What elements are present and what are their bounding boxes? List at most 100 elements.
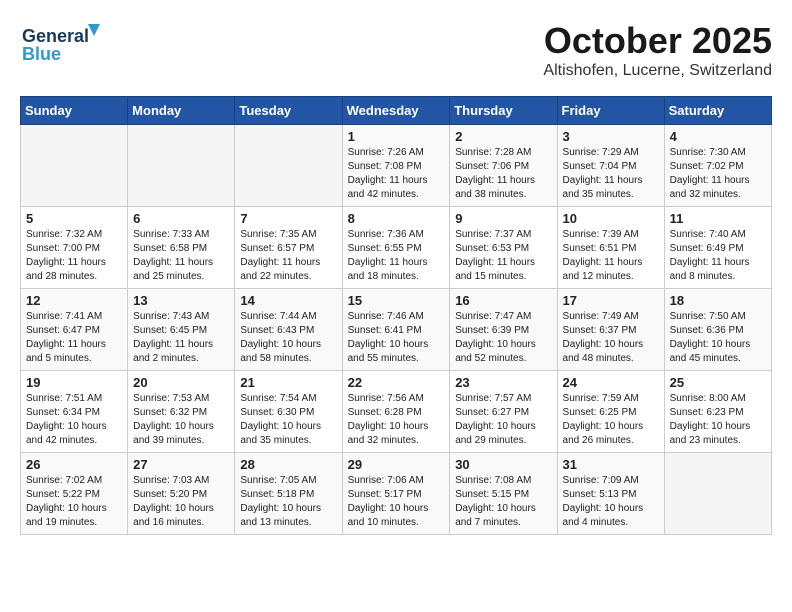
day-info: Sunrise: 7:59 AM Sunset: 6:25 PM Dayligh… bbox=[563, 392, 659, 448]
day-info: Sunrise: 7:03 AM Sunset: 5:20 PM Dayligh… bbox=[133, 474, 229, 530]
calendar-cell: 23Sunrise: 7:57 AM Sunset: 6:27 PM Dayli… bbox=[450, 371, 557, 453]
day-info: Sunrise: 7:47 AM Sunset: 6:39 PM Dayligh… bbox=[455, 310, 551, 366]
page-header: General Blue October 2025 Altishofen, Lu… bbox=[20, 20, 772, 80]
day-info: Sunrise: 7:43 AM Sunset: 6:45 PM Dayligh… bbox=[133, 310, 229, 366]
day-number: 13 bbox=[133, 293, 229, 308]
day-number: 28 bbox=[240, 457, 336, 472]
calendar-cell bbox=[664, 453, 771, 535]
calendar-cell: 12Sunrise: 7:41 AM Sunset: 6:47 PM Dayli… bbox=[21, 289, 128, 371]
calendar-cell: 8 Sunrise: 7:36 AM Sunset: 6:55 PM Daylig… bbox=[342, 207, 450, 289]
day-info: Sunrise: 7:06 AM Sunset: 5:17 PM Dayligh… bbox=[348, 474, 445, 530]
day-info: Sunrise: 7:08 AM Sunset: 5:15 PM Dayligh… bbox=[455, 474, 551, 530]
title-block: October 2025 Altishofen, Lucerne, Switze… bbox=[543, 20, 772, 80]
calendar-cell: 14Sunrise: 7:44 AM Sunset: 6:43 PM Dayli… bbox=[235, 289, 342, 371]
day-info: Sunrise: 8:00 AM Sunset: 6:23 PM Dayligh… bbox=[670, 392, 766, 448]
calendar-week-row: 19 Sunrise: 7:51 AM Sunset: 6:34 PM Dayli… bbox=[21, 371, 772, 453]
calendar-week-row: 5Sunrise: 7:32 AM Sunset: 7:00 PM Daylig… bbox=[21, 207, 772, 289]
day-info: Sunrise: 7:53 AM Sunset: 6:32 PM Dayligh… bbox=[133, 392, 229, 448]
calendar-cell: 11Sunrise: 7:40 AM Sunset: 6:49 PM Dayli… bbox=[664, 207, 771, 289]
day-info: Sunrise: 7:46 AM Sunset: 6:41 PM Dayligh… bbox=[348, 310, 445, 366]
day-number: 21 bbox=[240, 375, 336, 390]
calendar-cell: 29 Sunrise: 7:06 AM Sunset: 5:17 PM Dayli… bbox=[342, 453, 450, 535]
day-number: 26 bbox=[26, 457, 122, 472]
day-number: 29 bbox=[348, 457, 445, 472]
weekday-header: Saturday bbox=[664, 97, 771, 125]
day-info: Sunrise: 7:30 AM Sunset: 7:02 PM Dayligh… bbox=[670, 146, 766, 202]
day-number: 18 bbox=[670, 293, 766, 308]
day-number: 14 bbox=[240, 293, 336, 308]
day-number: 2 bbox=[455, 129, 551, 144]
calendar-week-row: 26Sunrise: 7:02 AM Sunset: 5:22 PM Dayli… bbox=[21, 453, 772, 535]
day-info: Sunrise: 7:28 AM Sunset: 7:06 PM Dayligh… bbox=[455, 146, 551, 202]
calendar-cell: 7 Sunrise: 7:35 AM Sunset: 6:57 PM Daylig… bbox=[235, 207, 342, 289]
calendar-cell: 6 Sunrise: 7:33 AM Sunset: 6:58 PM Daylig… bbox=[128, 207, 235, 289]
day-number: 16 bbox=[455, 293, 551, 308]
weekday-header: Monday bbox=[128, 97, 235, 125]
weekday-header: Tuesday bbox=[235, 97, 342, 125]
day-number: 8 bbox=[348, 211, 445, 226]
calendar-cell: 16 Sunrise: 7:47 AM Sunset: 6:39 PM Dayli… bbox=[450, 289, 557, 371]
calendar-cell bbox=[21, 125, 128, 207]
calendar-cell: 3 Sunrise: 7:29 AM Sunset: 7:04 PM Daylig… bbox=[557, 125, 664, 207]
day-info: Sunrise: 7:09 AM Sunset: 5:13 PM Dayligh… bbox=[563, 474, 659, 530]
day-number: 30 bbox=[455, 457, 551, 472]
day-number: 10 bbox=[563, 211, 659, 226]
day-info: Sunrise: 7:51 AM Sunset: 6:34 PM Dayligh… bbox=[26, 392, 122, 448]
calendar-cell: 19 Sunrise: 7:51 AM Sunset: 6:34 PM Dayli… bbox=[21, 371, 128, 453]
weekday-header: Sunday bbox=[21, 97, 128, 125]
day-number: 4 bbox=[670, 129, 766, 144]
logo-svg: General Blue bbox=[20, 20, 110, 65]
day-number: 25 bbox=[670, 375, 766, 390]
day-number: 23 bbox=[455, 375, 551, 390]
day-number: 12 bbox=[26, 293, 122, 308]
day-info: Sunrise: 7:39 AM Sunset: 6:51 PM Dayligh… bbox=[563, 228, 659, 284]
day-info: Sunrise: 7:35 AM Sunset: 6:57 PM Dayligh… bbox=[240, 228, 336, 284]
calendar-table: SundayMondayTuesdayWednesdayThursdayFrid… bbox=[20, 96, 772, 535]
calendar-cell: 20 Sunrise: 7:53 AM Sunset: 6:32 PM Dayli… bbox=[128, 371, 235, 453]
calendar-cell: 10 Sunrise: 7:39 AM Sunset: 6:51 PM Dayli… bbox=[557, 207, 664, 289]
day-number: 17 bbox=[563, 293, 659, 308]
day-info: Sunrise: 7:40 AM Sunset: 6:49 PM Dayligh… bbox=[670, 228, 766, 284]
day-number: 3 bbox=[563, 129, 659, 144]
calendar-cell: 22Sunrise: 7:56 AM Sunset: 6:28 PM Dayli… bbox=[342, 371, 450, 453]
calendar-cell: 1 Sunrise: 7:26 AM Sunset: 7:08 PM Daylig… bbox=[342, 125, 450, 207]
day-number: 1 bbox=[348, 129, 445, 144]
day-info: Sunrise: 7:26 AM Sunset: 7:08 PM Dayligh… bbox=[348, 146, 445, 202]
day-info: Sunrise: 7:05 AM Sunset: 5:18 PM Dayligh… bbox=[240, 474, 336, 530]
day-info: Sunrise: 7:36 AM Sunset: 6:55 PM Dayligh… bbox=[348, 228, 445, 284]
day-number: 31 bbox=[563, 457, 659, 472]
calendar-cell: 25 Sunrise: 8:00 AM Sunset: 6:23 PM Dayli… bbox=[664, 371, 771, 453]
day-info: Sunrise: 7:37 AM Sunset: 6:53 PM Dayligh… bbox=[455, 228, 551, 284]
calendar-cell: 24 Sunrise: 7:59 AM Sunset: 6:25 PM Dayli… bbox=[557, 371, 664, 453]
day-number: 24 bbox=[563, 375, 659, 390]
calendar-cell: 9 Sunrise: 7:37 AM Sunset: 6:53 PM Daylig… bbox=[450, 207, 557, 289]
calendar-week-row: 1 Sunrise: 7:26 AM Sunset: 7:08 PM Daylig… bbox=[21, 125, 772, 207]
svg-text:Blue: Blue bbox=[22, 44, 61, 64]
day-info: Sunrise: 7:54 AM Sunset: 6:30 PM Dayligh… bbox=[240, 392, 336, 448]
day-number: 6 bbox=[133, 211, 229, 226]
weekday-header: Wednesday bbox=[342, 97, 450, 125]
calendar-cell bbox=[235, 125, 342, 207]
day-number: 9 bbox=[455, 211, 551, 226]
svg-text:General: General bbox=[22, 26, 89, 46]
day-number: 22 bbox=[348, 375, 445, 390]
day-number: 5 bbox=[26, 211, 122, 226]
calendar-cell: 2 Sunrise: 7:28 AM Sunset: 7:06 PM Daylig… bbox=[450, 125, 557, 207]
calendar-cell: 21 Sunrise: 7:54 AM Sunset: 6:30 PM Dayli… bbox=[235, 371, 342, 453]
calendar-cell: 4 Sunrise: 7:30 AM Sunset: 7:02 PM Daylig… bbox=[664, 125, 771, 207]
calendar-cell: 27 Sunrise: 7:03 AM Sunset: 5:20 PM Dayli… bbox=[128, 453, 235, 535]
day-number: 19 bbox=[26, 375, 122, 390]
day-info: Sunrise: 7:50 AM Sunset: 6:36 PM Dayligh… bbox=[670, 310, 766, 366]
calendar-cell bbox=[128, 125, 235, 207]
day-number: 20 bbox=[133, 375, 229, 390]
calendar-cell: 18 Sunrise: 7:50 AM Sunset: 6:36 PM Dayli… bbox=[664, 289, 771, 371]
day-number: 27 bbox=[133, 457, 229, 472]
location-title: Altishofen, Lucerne, Switzerland bbox=[543, 62, 772, 80]
weekday-header-row: SundayMondayTuesdayWednesdayThursdayFrid… bbox=[21, 97, 772, 125]
day-info: Sunrise: 7:29 AM Sunset: 7:04 PM Dayligh… bbox=[563, 146, 659, 202]
day-number: 7 bbox=[240, 211, 336, 226]
day-info: Sunrise: 7:33 AM Sunset: 6:58 PM Dayligh… bbox=[133, 228, 229, 284]
calendar-cell: 28 Sunrise: 7:05 AM Sunset: 5:18 PM Dayli… bbox=[235, 453, 342, 535]
calendar-cell: 15Sunrise: 7:46 AM Sunset: 6:41 PM Dayli… bbox=[342, 289, 450, 371]
day-info: Sunrise: 7:49 AM Sunset: 6:37 PM Dayligh… bbox=[563, 310, 659, 366]
